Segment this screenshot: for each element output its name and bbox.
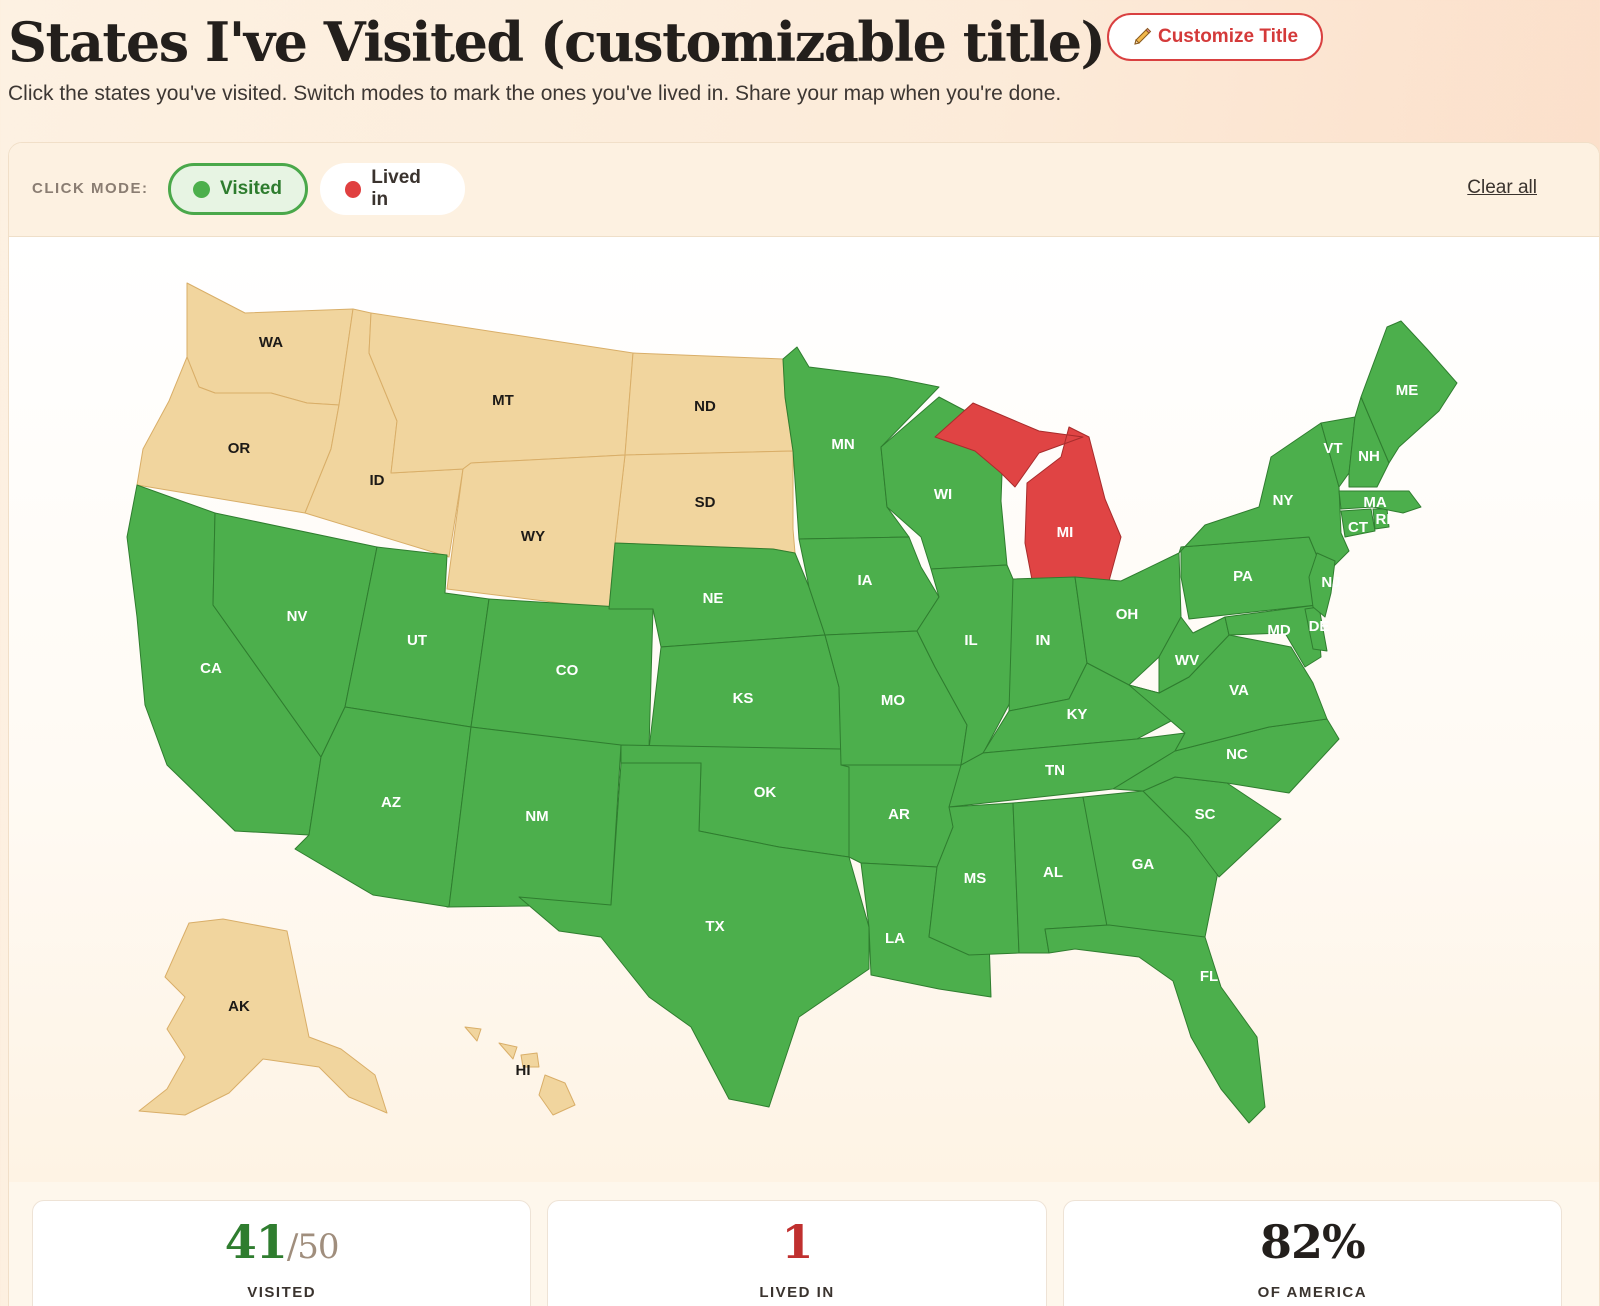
state-mt[interactable] xyxy=(368,312,634,474)
pencil-icon xyxy=(1134,27,1152,45)
visited-count-value: 41 xyxy=(224,1215,288,1269)
state-wy[interactable] xyxy=(446,454,626,610)
state-ak[interactable] xyxy=(138,918,388,1116)
lived-in-count: 1 xyxy=(781,1215,813,1269)
america-stat-card: 82% OF AMERICA xyxy=(1062,1200,1562,1306)
mode-lived-in-label: Lived in xyxy=(371,167,421,210)
state-ks[interactable] xyxy=(648,634,842,750)
customize-title-label: Customize Title xyxy=(1157,26,1299,47)
us-map-svg: WAORIDMT NDSDWYAKHICANVUTAZCONMNEKSOKTXMN… xyxy=(126,282,1458,1124)
lived-in-dot-icon xyxy=(345,180,362,198)
state-co[interactable] xyxy=(470,598,654,750)
visited-count: 41/50 xyxy=(33,1215,530,1269)
state-ri[interactable] xyxy=(1372,508,1390,530)
state-wa[interactable] xyxy=(186,282,354,406)
page-title: States I've Visited (customizable title) xyxy=(8,10,1106,74)
clear-all-link[interactable]: Clear all xyxy=(1467,177,1537,199)
us-map: WA OR ID MT ND SD WY AK HI CA NV UT AZ CO NM NE KS OK TX MN… xyxy=(9,237,1599,1182)
state-ct[interactable] xyxy=(1340,508,1376,538)
click-mode-label: CLICK MODE: xyxy=(32,180,149,197)
customize-title-button[interactable]: Customize Title xyxy=(1107,13,1323,61)
map-card: CLICK MODE: Visited Lived in Clear all W… xyxy=(8,142,1600,1306)
mode-lived-in-button[interactable]: Lived in xyxy=(320,163,465,215)
mode-visited-label: Visited xyxy=(220,178,282,199)
page-header: States I've Visited (customizable title)… xyxy=(8,4,1588,134)
visited-stat-card: 41/50 VISITED xyxy=(32,1200,532,1306)
state-nd[interactable] xyxy=(624,352,794,456)
visited-dot-icon xyxy=(193,180,210,198)
stats-row: 41/50 VISITED 1 LIVED IN 82% OF AMERICA xyxy=(32,1200,1562,1306)
visited-stat-label: VISITED xyxy=(247,1284,317,1301)
click-mode-toolbar: CLICK MODE: Visited Lived in Clear all xyxy=(9,143,1599,237)
state-fl[interactable] xyxy=(1044,924,1266,1124)
america-percent: 82% xyxy=(1259,1215,1366,1269)
state-nm[interactable] xyxy=(446,726,622,908)
state-sd[interactable] xyxy=(614,450,796,554)
america-stat-label: OF AMERICA xyxy=(1257,1284,1368,1301)
state-ia[interactable] xyxy=(798,536,940,636)
mode-visited-button[interactable]: Visited xyxy=(168,163,308,215)
lived-in-stat-card: 1 LIVED IN xyxy=(547,1200,1047,1306)
state-hi[interactable] xyxy=(464,1026,576,1116)
visited-count-total: /50 xyxy=(286,1227,340,1267)
page-subtitle: Click the states you've visited. Switch … xyxy=(8,82,1062,105)
lived-in-stat-label: LIVED IN xyxy=(759,1284,835,1301)
